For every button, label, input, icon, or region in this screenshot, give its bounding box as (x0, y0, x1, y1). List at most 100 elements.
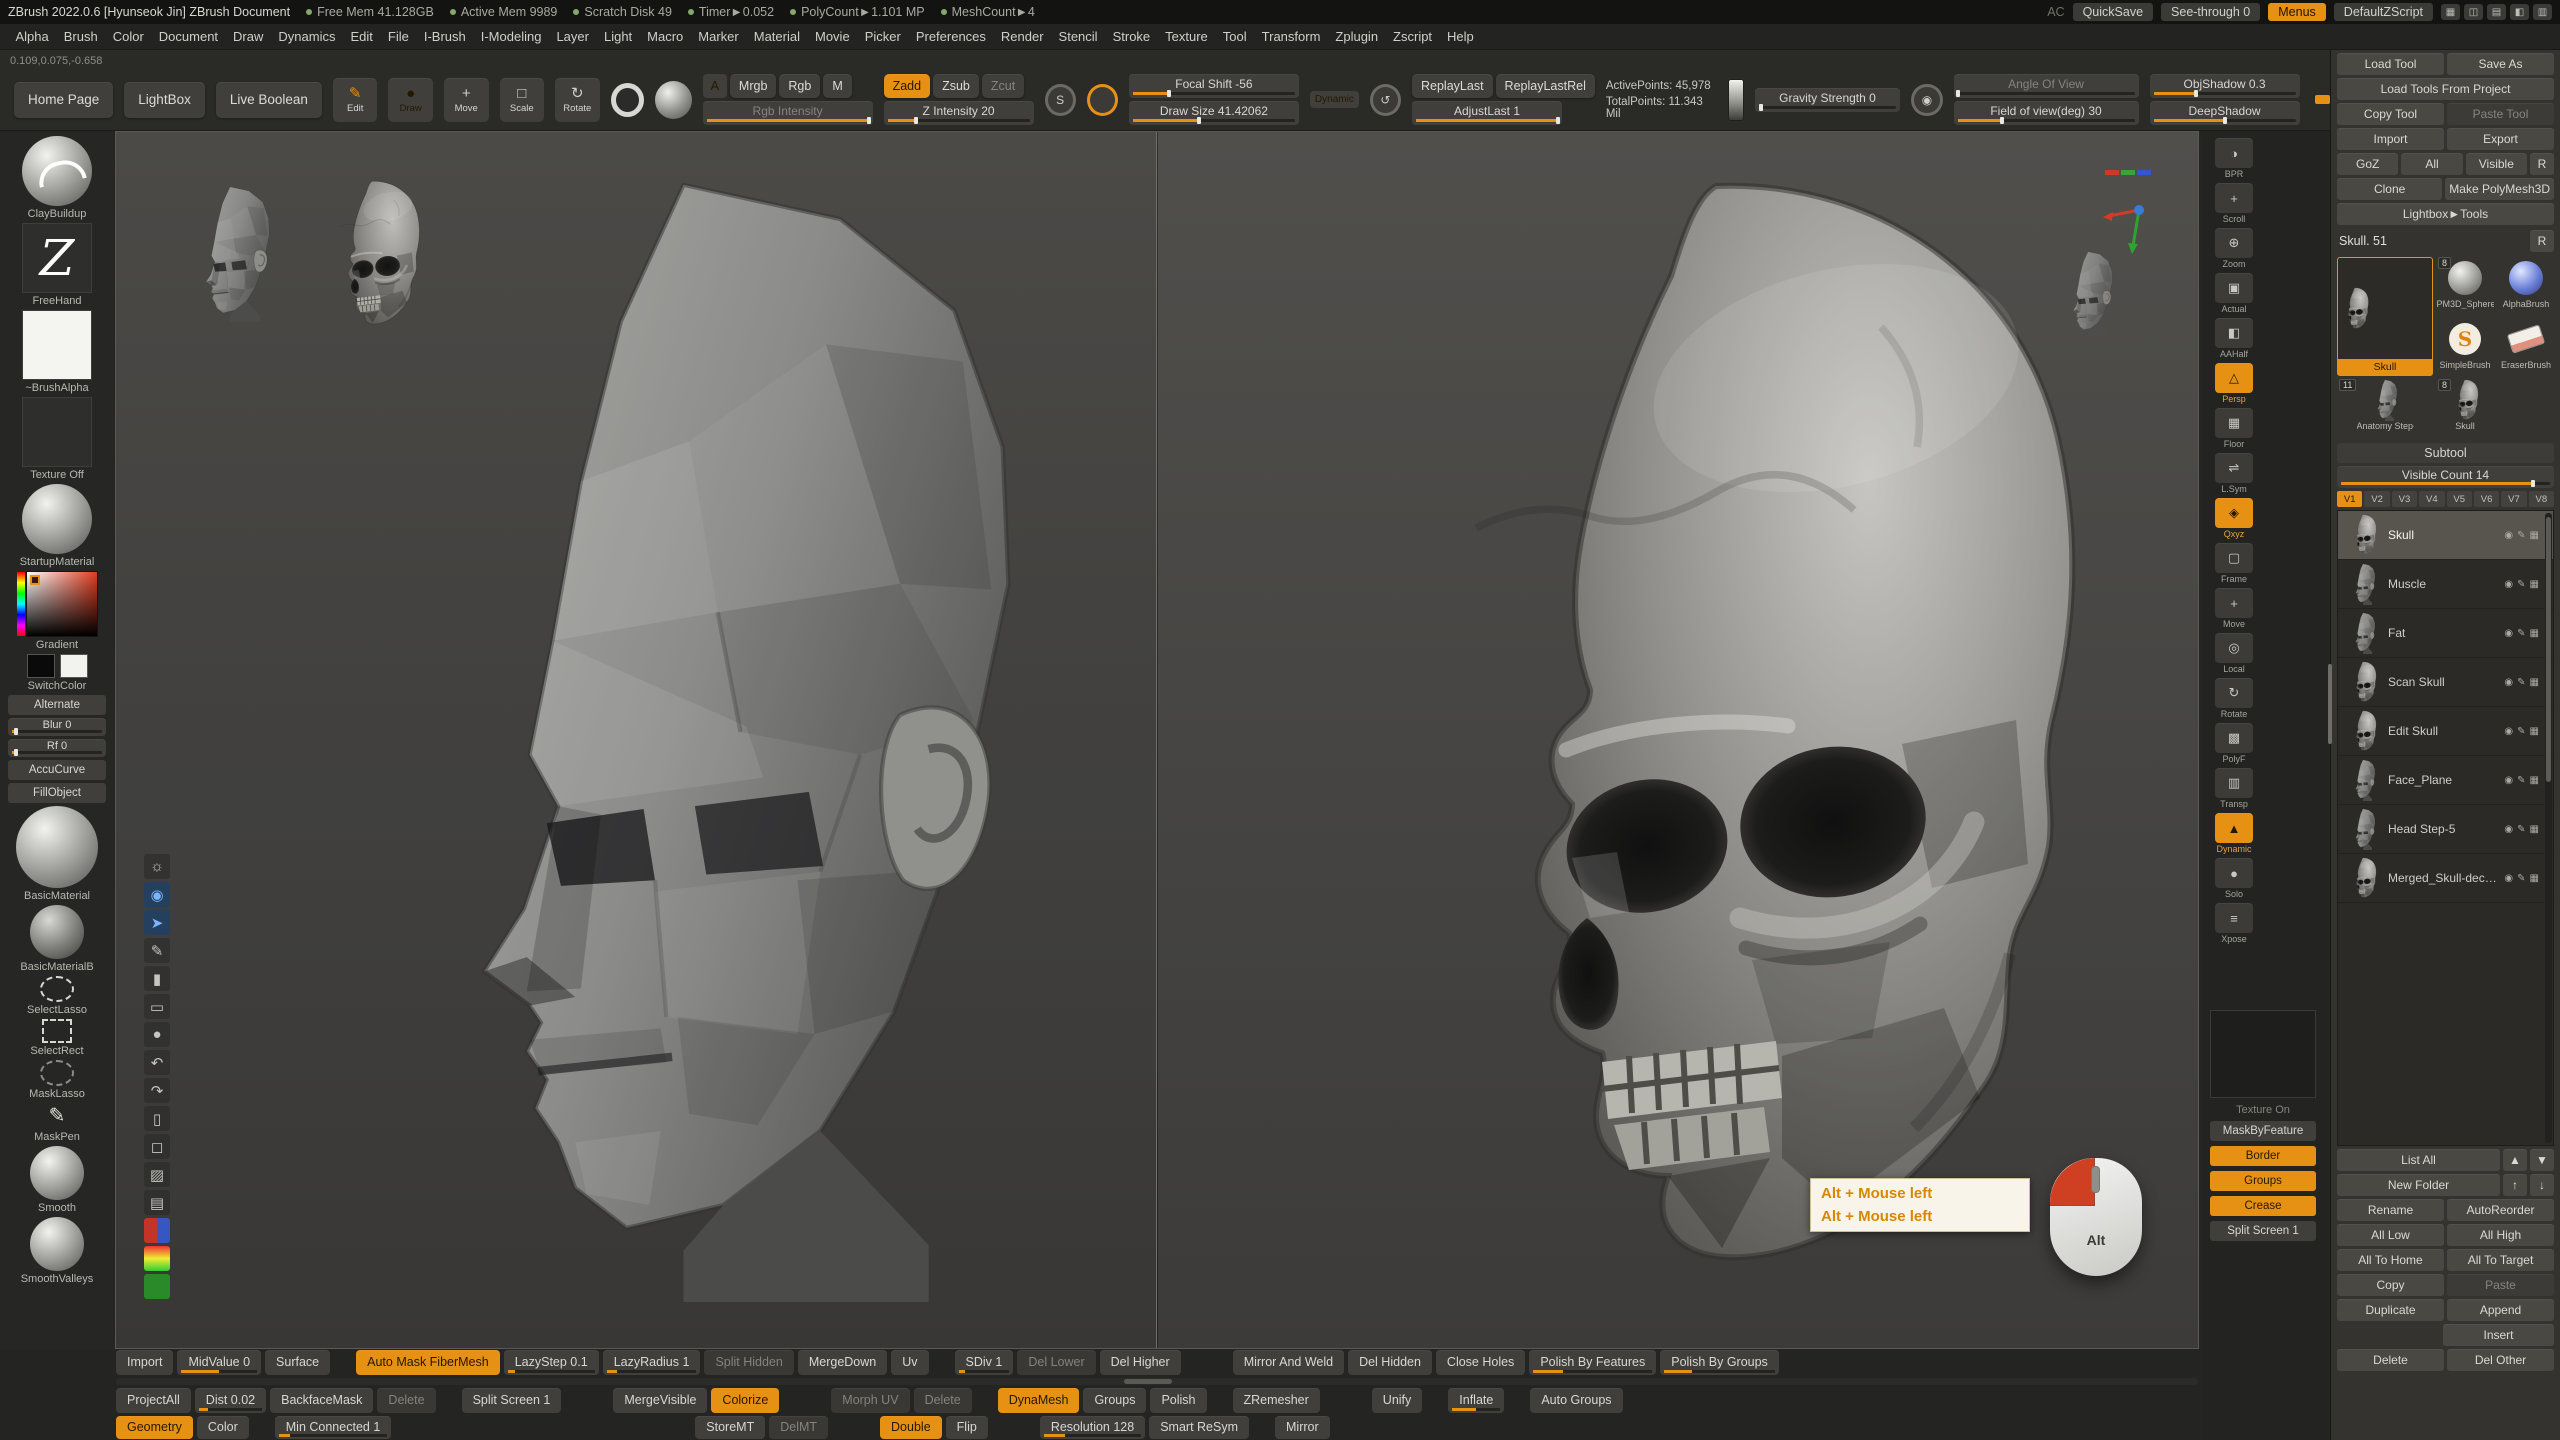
bottom-bar-button[interactable]: Dist 0.02 (195, 1388, 266, 1413)
polypaint-brush-icon[interactable]: ✎ (2517, 873, 2525, 884)
goz-button[interactable]: GoZ (2337, 153, 2398, 175)
bottom-bar-button[interactable]: Min Connected 1 (275, 1416, 392, 1439)
menu-item[interactable]: Zscript (1386, 29, 1440, 44)
history-thumbnail-head[interactable] (174, 184, 286, 322)
subtool-row[interactable]: Skull ◉ ✎ ▦ (2338, 511, 2553, 560)
axis-gizmo[interactable] (2099, 168, 2163, 258)
wireframe-icon[interactable]: ▦ (2530, 677, 2539, 688)
fill-object-button[interactable]: FillObject (8, 783, 106, 803)
current-material-thumbnail[interactable]: StartupMaterial (20, 484, 95, 568)
swatch-rainbow-icon[interactable] (144, 1246, 170, 1271)
basic-material-b-thumbnail[interactable]: BasicMaterialB (20, 905, 93, 973)
all-to-home-button[interactable]: All To Home (2337, 1249, 2444, 1271)
subtool-up-button[interactable]: ▲ (2503, 1149, 2527, 1171)
subtool-version-tab[interactable]: V5 (2447, 491, 2472, 507)
border-button[interactable]: Border (2210, 1146, 2316, 1166)
subtool-down-button[interactable]: ▼ (2530, 1149, 2554, 1171)
subtool-version-tab[interactable]: V7 (2501, 491, 2526, 507)
list-all-button[interactable]: List All (2337, 1149, 2500, 1171)
paste-tool-button[interactable]: Paste Tool (2447, 103, 2554, 125)
menu-item[interactable]: Material (746, 29, 807, 44)
right-shelf-button[interactable]: ● Solo (2210, 858, 2258, 899)
menu-item[interactable]: Macro (640, 29, 691, 44)
recent-tool-thumbnail[interactable]: S SimpleBrush (2436, 318, 2494, 376)
rf-slider[interactable]: Rf 0 (8, 739, 106, 757)
wireframe-icon[interactable]: ▦ (2530, 873, 2539, 884)
replay-last-button[interactable]: ReplayLast (1412, 74, 1493, 98)
polypaint-brush-icon[interactable]: ✎ (2517, 579, 2525, 590)
m-button[interactable]: M (823, 74, 851, 98)
blur-slider[interactable]: Blur 0 (8, 718, 106, 736)
subtool-row[interactable]: Scan Skull ◉ ✎ ▦ (2338, 658, 2553, 707)
history-thumbnail-skull[interactable] (308, 178, 436, 330)
wireframe-icon[interactable]: ▦ (2530, 530, 2539, 541)
subtool-row[interactable]: Merged_Skull-decimation2_5 ◉ ✎ ▦ (2338, 854, 2553, 903)
right-shelf-button[interactable]: ▥ Transp (2210, 768, 2258, 809)
ui-config-icon[interactable]: ▦ (2441, 4, 2460, 20)
auto-reorder-button[interactable]: AutoReorder (2447, 1199, 2554, 1221)
save-as-button[interactable]: Save As (2447, 53, 2554, 75)
edit-mode-button[interactable]: ✎ Edit (333, 78, 378, 122)
redo-icon[interactable]: ↷ (144, 1078, 170, 1103)
menu-item[interactable]: Edit (343, 29, 380, 44)
rgb-intensity-slider[interactable]: Rgb Intensity (703, 101, 873, 125)
move-down-folder-button[interactable]: ↓ (2530, 1174, 2554, 1196)
visibility-eye-icon[interactable]: ◉ (2504, 579, 2513, 590)
groups-button[interactable]: Groups (2210, 1171, 2316, 1191)
alternate-button[interactable]: Alternate (8, 695, 106, 715)
default-zscript-button[interactable]: DefaultZScript (2334, 3, 2433, 21)
camera-view-icon[interactable]: ◉ (1911, 84, 1942, 116)
bottom-bar-button[interactable]: Polish By Groups (1660, 1350, 1779, 1375)
scale-mode-button[interactable]: □ Scale (500, 78, 545, 122)
subtool-row[interactable]: Head Step-5 ◉ ✎ ▦ (2338, 805, 2553, 854)
menu-item[interactable]: Marker (691, 29, 746, 44)
bottom-bar-button[interactable]: Delete (377, 1388, 435, 1413)
polypaint-brush-icon[interactable]: ✎ (2517, 775, 2525, 786)
undo-icon[interactable]: ↶ (144, 1050, 170, 1075)
goz-visible-button[interactable]: Visible (2466, 153, 2527, 175)
rgb-button[interactable]: Rgb (779, 74, 820, 98)
recent-tool-thumbnail[interactable]: 8 S PM3D_Sphere3D (2436, 257, 2494, 315)
menu-item[interactable]: Help (1440, 29, 1482, 44)
bottom-bar-button[interactable]: DelMT (769, 1416, 828, 1439)
select-rect-tool[interactable]: SelectRect (30, 1019, 83, 1057)
subtool-version-tab[interactable]: V2 (2364, 491, 2389, 507)
visibility-eye-icon[interactable]: ◉ (2504, 726, 2513, 737)
lightbox-button[interactable]: LightBox (124, 82, 205, 118)
current-texture-thumbnail[interactable]: Texture Off (22, 397, 92, 481)
menu-item[interactable]: Draw (226, 29, 271, 44)
bottom-bar-button[interactable]: Groups (1083, 1388, 1146, 1413)
append-button[interactable]: Append (2447, 1299, 2554, 1321)
right-shelf-button[interactable]: ◈ Qxyz (2210, 498, 2258, 539)
subtool-version-tab[interactable]: V4 (2419, 491, 2444, 507)
right-shelf-button[interactable]: + Scroll (2210, 183, 2258, 224)
crease-button[interactable]: Crease (2210, 1196, 2316, 1216)
visibility-eye-icon[interactable]: ◉ (2504, 873, 2513, 884)
bottom-bar-button[interactable]: Mirror And Weld (1233, 1350, 1344, 1375)
bottom-bar-button[interactable]: Morph UV (831, 1388, 909, 1413)
replay-icon[interactable]: ↺ (1370, 84, 1401, 116)
bottom-bar-button[interactable]: Split Screen 1 (462, 1388, 562, 1413)
main-color-swatch[interactable] (27, 654, 55, 678)
trash-icon[interactable]: ▯ (144, 1106, 170, 1131)
swatch-green-icon[interactable] (144, 1274, 170, 1299)
smooth-brush[interactable]: Smooth (30, 1146, 84, 1214)
sculpted-skull-right[interactable] (1476, 186, 2072, 1258)
menu-item[interactable]: Texture (1158, 29, 1216, 44)
zadd-button[interactable]: Zadd (884, 74, 931, 98)
current-r-button[interactable]: R (2530, 230, 2554, 252)
right-shelf-button[interactable]: ▩ PolyF (2210, 723, 2258, 764)
polypaint-brush-icon[interactable]: ✎ (2517, 726, 2525, 737)
texture-on-toggle[interactable]: Texture On (2210, 1104, 2316, 1116)
polypaint-brush-icon[interactable]: ✎ (2517, 677, 2525, 688)
bottom-bar-button[interactable]: MidValue 0 (177, 1350, 261, 1375)
all-high-button[interactable]: All High (2447, 1224, 2554, 1246)
fov-slider[interactable]: Field of view(deg) 30 (1954, 101, 2139, 125)
menu-item[interactable]: File (380, 29, 416, 44)
export-button[interactable]: Export (2447, 128, 2554, 150)
menu-item[interactable]: Stencil (1051, 29, 1105, 44)
import-button[interactable]: Import (2337, 128, 2444, 150)
sculpted-head-left[interactable] (484, 185, 1008, 1302)
subtool-row[interactable]: Face_Plane ◉ ✎ ▦ (2338, 756, 2553, 805)
gravity-strength-slider[interactable]: Gravity Strength 0 (1755, 88, 1901, 112)
